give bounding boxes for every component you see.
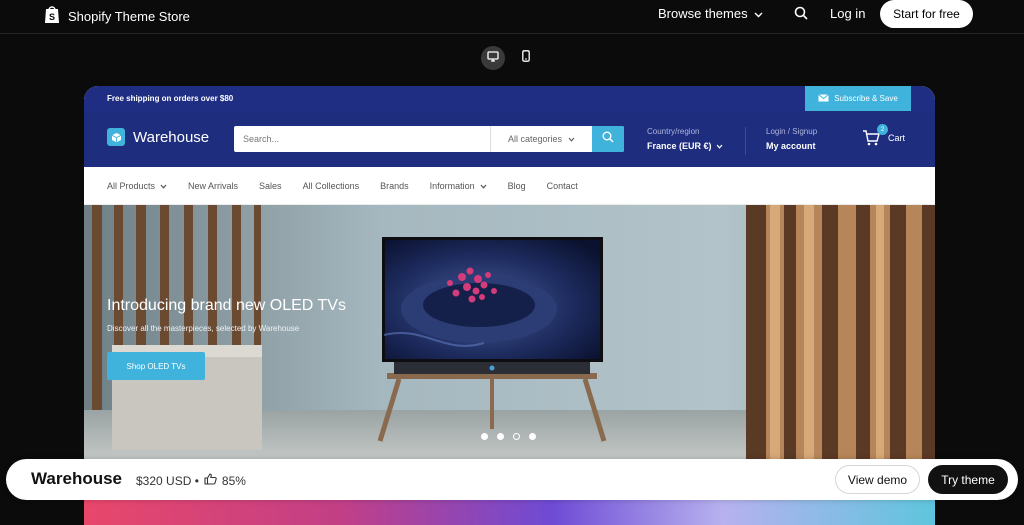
theme-price: $320 USD • (136, 473, 199, 488)
theme-action-bar: Warehouse $320 USD • 85% View demo Try t… (6, 459, 1018, 500)
shop-oled-tvs-button[interactable]: Shop OLED TVs (107, 352, 205, 380)
cart-icon: 2 (862, 124, 888, 146)
region-label: Country/region (647, 127, 700, 136)
cart-count-badge: 2 (877, 124, 888, 135)
category-select-value: All categories (507, 134, 563, 144)
menu-item-new-arrivals[interactable]: New Arrivals (188, 181, 238, 191)
subscribe-button[interactable]: Subscribe & Save (805, 86, 911, 111)
browse-themes-menu[interactable]: Browse themes (658, 6, 763, 21)
chevron-down-icon (716, 141, 723, 151)
menu-item-all-products[interactable]: All Products (107, 181, 167, 191)
menu-item-label: All Products (107, 180, 156, 191)
theme-name: Warehouse (31, 469, 123, 488)
cart-label: Cart (888, 133, 906, 143)
store-search-input[interactable] (234, 126, 490, 152)
subscribe-label: Subscribe & Save (834, 94, 898, 103)
desktop-view-toggle[interactable] (481, 46, 505, 70)
theme-price-rating: $320 USD • 85% (136, 473, 246, 488)
envelope-icon (818, 93, 830, 104)
store-search: All categories (234, 126, 624, 152)
search-icon[interactable] (794, 6, 808, 25)
category-select[interactable]: All categories (490, 126, 592, 152)
brand-name: Shopify Theme Store (68, 9, 190, 24)
menu-item-information[interactable]: Information (430, 181, 487, 191)
menu-item-all-collections[interactable]: All Collections (303, 181, 360, 191)
announcement-bar: Free shipping on orders over $80 Subscri… (84, 86, 935, 111)
shopify-bag-icon: S (44, 4, 60, 29)
store-header: Warehouse All categories Country/region … (84, 111, 935, 167)
desktop-monitor-icon (487, 49, 499, 67)
menu-item-blog[interactable]: Blog (508, 181, 526, 191)
mobile-phone-icon (522, 49, 530, 67)
hero-slideshow: Introducing brand new OLED TVs Discover … (84, 205, 935, 460)
header-divider (745, 127, 746, 155)
hero-subtitle: Discover all the masterpieces, selected … (107, 324, 300, 333)
try-theme-button[interactable]: Try theme (928, 465, 1008, 494)
menu-item-contact[interactable]: Contact (547, 181, 578, 191)
announcement-text: Free shipping on orders over $80 (107, 94, 234, 103)
menu-item-sales[interactable]: Sales (259, 181, 282, 191)
store-logo[interactable]: Warehouse (107, 128, 209, 146)
shopify-brand-link[interactable]: S Shopify Theme Store (44, 4, 190, 29)
slide-dot-2[interactable] (497, 433, 504, 440)
browse-themes-label: Browse themes (658, 6, 748, 21)
slide-dot-3-active[interactable] (513, 433, 520, 440)
cart-link[interactable]: 2 Cart (862, 124, 906, 146)
menu-item-label: Information (429, 180, 475, 191)
region-value: France (EUR €) (647, 141, 712, 151)
account-link[interactable]: Login / Signup My account (766, 127, 817, 151)
account-label: Login / Signup (766, 127, 818, 136)
store-logo-text: Warehouse (133, 128, 210, 146)
account-value: My account (766, 141, 816, 151)
chevron-down-icon (160, 181, 167, 191)
slide-dot-1[interactable] (481, 433, 488, 440)
chevron-down-icon (568, 134, 575, 144)
store-main-menu: All Products New Arrivals Sales All Coll… (84, 167, 935, 205)
login-link[interactable]: Log in (830, 6, 865, 21)
menu-item-brands[interactable]: Brands (380, 181, 409, 191)
slideshow-dots (481, 433, 536, 440)
theme-store-topbar: S Shopify Theme Store Browse themes Log … (0, 0, 1024, 34)
search-icon (602, 130, 614, 148)
box-icon (107, 128, 125, 146)
country-region-selector[interactable]: Country/region France (EUR €) (647, 127, 723, 151)
chevron-down-icon (480, 181, 487, 191)
svg-text:S: S (49, 12, 55, 22)
view-demo-button[interactable]: View demo (835, 465, 920, 494)
theme-rating: 85% (221, 473, 246, 488)
slide-dot-4[interactable] (529, 433, 536, 440)
hero-title: Introducing brand new OLED TVs (107, 297, 346, 314)
chevron-down-icon (754, 6, 763, 21)
thumbs-up-icon (204, 473, 217, 488)
store-search-button[interactable] (592, 126, 624, 152)
start-for-free-button[interactable]: Start for free (880, 0, 973, 28)
mobile-view-toggle[interactable] (514, 46, 538, 70)
